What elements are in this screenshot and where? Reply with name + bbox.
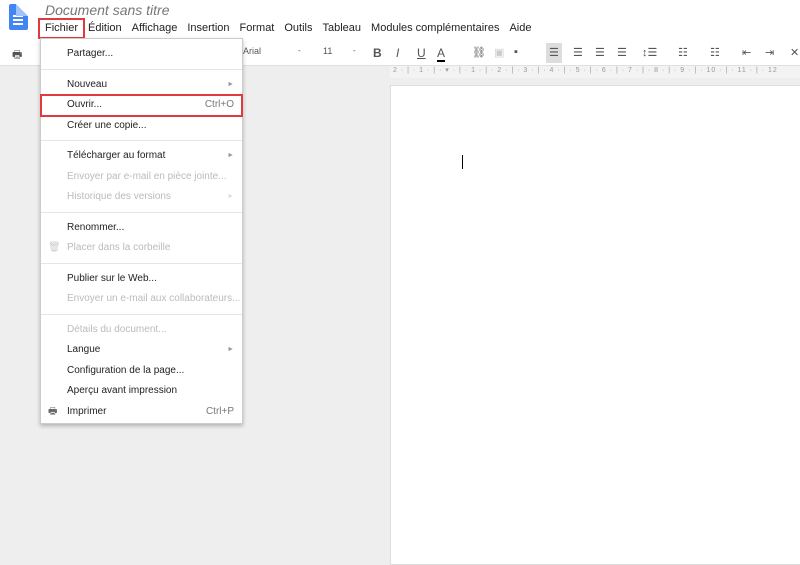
menu-item-configuration[interactable]: Configuration de la page...: [41, 361, 242, 382]
increase-indent-icon[interactable]: ⇥: [765, 46, 774, 59]
menu-aide[interactable]: Aide: [504, 20, 536, 37]
item-label: Configuration de la page...: [67, 364, 185, 376]
separator: [41, 262, 242, 264]
menu-item-ouvrir[interactable]: Ouvrir... Ctrl+O: [40, 94, 243, 117]
print-icon[interactable]: 🖶: [12, 46, 22, 65]
item-label: Détails du document...: [67, 323, 167, 335]
link-icon[interactable]: ⛓: [472, 46, 486, 59]
menu-tableau[interactable]: Tableau: [318, 20, 367, 37]
italic-button[interactable]: I: [396, 46, 399, 60]
item-label: Placer dans la corbeille: [67, 242, 171, 253]
menu-item-partager[interactable]: Partager...: [41, 44, 242, 65]
line-spacing-icon[interactable]: ↕☰: [642, 46, 657, 59]
separator: [41, 140, 242, 141]
menu-item-langue[interactable]: Langue ►: [41, 340, 242, 361]
menu-item-email-collaborateurs: Envoyer un e-mail aux collaborateurs...: [41, 289, 242, 310]
font-select[interactable]: Arial: [243, 46, 261, 56]
item-label: Publier sur le Web...: [67, 272, 157, 284]
submenu-arrow-icon: ►: [227, 80, 234, 88]
menu-item-historique: Historique des versions ►: [41, 187, 242, 208]
menu-item-corbeille: 🗑 Placer dans la corbeille: [41, 238, 242, 259]
print-icon: 🖶: [48, 405, 58, 417]
item-label: Imprimer: [67, 405, 107, 417]
menu-item-publier[interactable]: Publier sur le Web...: [41, 269, 242, 290]
item-label: Ouvrir...: [67, 99, 103, 110]
item-label: Partager...: [67, 48, 114, 59]
item-label: Télécharger au format: [67, 150, 166, 161]
bold-button[interactable]: B: [373, 46, 382, 60]
ruler[interactable]: 2 · | · 1 · | · ▾ · | · 1 · | · 2 · | · …: [390, 66, 800, 78]
header: Document sans titre Fichier Édition Affi…: [0, 0, 800, 40]
menu-outils[interactable]: Outils: [279, 20, 317, 37]
item-label: Historique des versions: [67, 191, 171, 202]
menu-format[interactable]: Format: [235, 20, 280, 37]
menu-item-telecharger[interactable]: Télécharger au format ►: [41, 146, 242, 167]
fichier-dropdown-menu: Partager... Nouveau ► Ouvrir... Ctrl+O Cré…: [40, 38, 243, 424]
separator: [41, 211, 242, 213]
menu-item-nouveau[interactable]: Nouveau ►: [41, 75, 242, 96]
font-size-select[interactable]: 11: [323, 46, 332, 56]
text-color-button[interactable]: A: [437, 46, 446, 62]
item-label: Nouveau: [67, 78, 108, 90]
menu-modules[interactable]: Modules complémentaires: [366, 20, 504, 37]
align-left-icon[interactable]: ☰: [546, 43, 562, 63]
item-label: Envoyer par e-mail en pièce jointe...: [67, 170, 227, 182]
bulleted-list-icon[interactable]: ☷: [710, 46, 720, 59]
shortcut: Ctrl+P: [205, 405, 234, 417]
item-label: Créer une copie...: [67, 119, 147, 131]
underline-button[interactable]: U: [417, 46, 426, 60]
trash-icon: 🗑: [48, 242, 61, 253]
docs-logo-icon[interactable]: [9, 4, 28, 30]
menu-item-details: Détails du document...: [41, 320, 242, 341]
submenu-arrow-icon: ►: [227, 346, 234, 353]
text-cursor: [462, 155, 463, 169]
align-right-icon[interactable]: ☰: [595, 46, 605, 59]
item-label: Envoyer un e-mail aux collaborateurs...: [67, 293, 241, 304]
item-label: Aperçu avant impression: [67, 385, 178, 396]
image-icon[interactable]: ▪: [514, 46, 518, 58]
decrease-indent-icon[interactable]: ⇤: [742, 46, 751, 59]
size-dropdown-icon[interactable]: -: [353, 46, 356, 55]
menu-item-renommer[interactable]: Renommer...: [41, 218, 242, 239]
submenu-arrow-icon: ►: [227, 152, 234, 159]
font-dropdown-icon[interactable]: -: [298, 46, 301, 55]
menubar: Fichier Édition Affichage Insertion Form…: [37, 18, 536, 39]
menu-fichier[interactable]: Fichier: [37, 18, 86, 39]
comment-icon[interactable]: ▣: [494, 46, 504, 59]
document-page[interactable]: [390, 85, 800, 565]
clear-format-icon[interactable]: ✕: [790, 46, 799, 59]
menu-item-creer-copie[interactable]: Créer une copie...: [41, 116, 242, 137]
submenu-arrow-icon: ►: [227, 193, 234, 200]
menu-affichage[interactable]: Affichage: [127, 20, 183, 37]
menu-item-imprimer[interactable]: 🖶 Imprimer Ctrl+P: [41, 402, 242, 423]
numbered-list-icon[interactable]: ☷: [678, 46, 688, 59]
item-label: Renommer...: [67, 221, 125, 233]
menu-insertion[interactable]: Insertion: [182, 20, 234, 37]
menu-edition[interactable]: Édition: [83, 20, 127, 37]
separator: [41, 68, 242, 70]
menu-item-apercu[interactable]: Aperçu avant impression: [41, 381, 242, 402]
document-title[interactable]: Document sans titre: [45, 2, 170, 18]
shortcut: Ctrl+O: [204, 99, 234, 110]
menu-item-envoyer-piece-jointe: Envoyer par e-mail en pièce jointe...: [41, 167, 242, 188]
align-center-icon[interactable]: ☰: [573, 46, 583, 59]
justify-icon[interactable]: ☰: [617, 46, 627, 59]
separator: [41, 313, 242, 315]
item-label: Langue: [67, 344, 101, 355]
